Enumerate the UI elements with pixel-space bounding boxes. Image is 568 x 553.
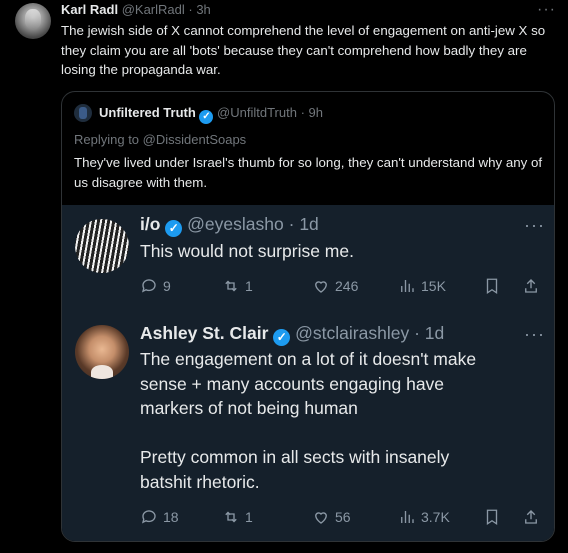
like-action: 246	[312, 277, 358, 295]
reply-text-line: Pretty common in all sects with insanely	[140, 447, 450, 467]
repost-count: 1	[245, 509, 253, 525]
repost-icon	[225, 280, 237, 292]
like-count: 56	[335, 509, 351, 525]
reply-icon	[141, 510, 156, 524]
tweet-time: · 9h	[300, 105, 323, 120]
author-name: i/o	[140, 214, 161, 234]
bookmark-action	[483, 277, 501, 295]
more-options-icon: ···	[524, 324, 545, 344]
repost-action: 1	[222, 508, 253, 526]
heart-icon	[315, 281, 327, 293]
avatar	[75, 325, 129, 379]
avatar[interactable]	[15, 3, 51, 39]
verified-badge-icon: ✓	[199, 110, 214, 124]
view-count: 15K	[421, 278, 446, 294]
reply-thread-image: i/o ✓ @eyeslasho · 1d ··· This would not…	[62, 205, 554, 541]
reply-text: This would not surprise me.	[140, 241, 354, 261]
author-handle[interactable]: @KarlRadl	[122, 2, 185, 17]
reply-header: i/o ✓ @eyeslasho · 1d	[140, 214, 319, 237]
author-handle: @eyeslasho	[187, 214, 284, 234]
views-chart-icon	[401, 511, 414, 523]
quoted-tweet-card[interactable]: Unfiltered Truth ✓ @UnfiltdTruth · 9h Re…	[61, 91, 555, 542]
tweet-text: The jewish side of X cannot comprehend t…	[61, 23, 546, 77]
tweet-time[interactable]: · 3h	[188, 2, 210, 17]
quoted-tweet-header: Unfiltered Truth ✓ @UnfiltdTruth · 9h	[99, 105, 323, 124]
share-action	[522, 508, 540, 526]
heart-icon	[315, 512, 327, 524]
reply-text-line: The engagement on a lot of it doesn't ma…	[140, 349, 477, 369]
bookmark-icon	[486, 509, 498, 526]
views-chart-icon	[401, 280, 414, 292]
reply-text: The engagement on a lot of it doesn't ma…	[140, 347, 476, 494]
replying-to: Replying to @DissidentSoaps	[74, 132, 247, 147]
author-handle: @stclairashley	[295, 323, 410, 343]
author-handle: @UnfiltdTruth	[217, 105, 297, 120]
bookmark-icon	[486, 278, 498, 295]
action-bar: 9 1 246 15K	[140, 277, 550, 301]
reply-icon	[141, 279, 156, 293]
repost-icon	[225, 511, 237, 523]
view-count: 3.7K	[421, 509, 450, 525]
author-name[interactable]: Karl Radl	[61, 2, 118, 17]
verified-badge-icon: ✓	[273, 329, 291, 346]
reply-action: 9	[140, 277, 171, 295]
reply-count: 9	[163, 278, 171, 294]
author-name: Unfiltered Truth	[99, 105, 196, 120]
bookmark-action	[483, 508, 501, 526]
author-name: Ashley St. Clair	[140, 323, 269, 343]
views-action: 15K	[398, 277, 446, 295]
quoted-tweet-text: They've lived under Israel's thumb for s…	[74, 155, 543, 190]
reply-time: · 1d	[288, 214, 319, 234]
like-action: 56	[312, 508, 351, 526]
tweet-header: Karl Radl @KarlRadl · 3h	[61, 2, 211, 17]
reply-header: Ashley St. Clair ✓ @stclairashley · 1d	[140, 323, 444, 346]
reply-text-line: markers of not being human	[140, 398, 358, 418]
more-options-icon[interactable]: ···	[537, 1, 556, 19]
reply-time: · 1d	[414, 323, 445, 343]
more-options-icon: ···	[524, 215, 545, 235]
reply-count: 18	[163, 509, 179, 525]
share-icon	[525, 279, 537, 293]
repost-count: 1	[245, 278, 253, 294]
share-action	[522, 277, 540, 295]
reply-text-blank-line	[140, 421, 476, 446]
views-action: 3.7K	[398, 508, 450, 526]
avatar	[74, 104, 92, 122]
share-icon	[525, 510, 537, 524]
avatar	[75, 219, 129, 273]
like-count: 246	[335, 278, 359, 294]
reply-action: 18	[140, 508, 179, 526]
repost-action: 1	[222, 277, 253, 295]
reply-text-line: sense + many accounts engaging have	[140, 373, 445, 394]
action-bar: 18 1 56 3.7K	[140, 508, 550, 532]
verified-badge-icon: ✓	[165, 220, 183, 237]
reply-text-line: batshit rhetoric.	[140, 471, 260, 492]
